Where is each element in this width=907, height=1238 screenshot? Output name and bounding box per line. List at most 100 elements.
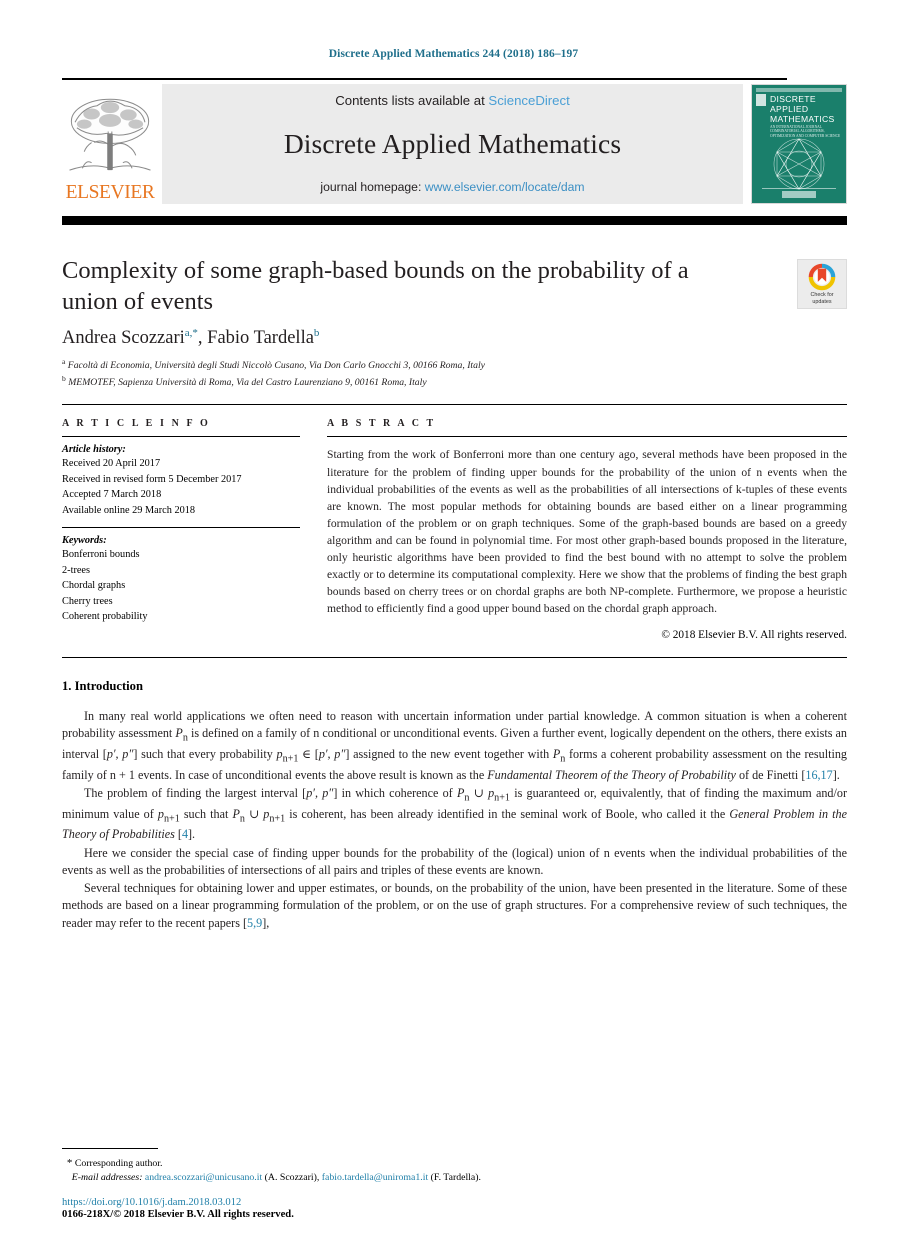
cover-foot-box [782,191,816,198]
title-bottom-rule [62,404,847,406]
corresponding-author-note: * Corresponding author. [62,1155,847,1172]
email-owner-2: (F. Tardella). [430,1172,481,1184]
p2-part-a: The problem of finding the largest inter… [84,785,307,800]
crossmark-label: Check for updates [810,292,833,306]
p1-part-g: of de Finetti [ [735,767,806,782]
paragraph-1: In many real world applications we often… [62,708,847,784]
email-link-2[interactable]: fabio.tardella@uniroma1.it [322,1172,428,1183]
affiliation-b: b MEMOTEF, Sapienza Università di Roma, … [62,373,847,390]
corresponding-author-mark: ,* [189,326,198,339]
elsevier-logo: ELSEVIER [62,84,158,204]
footer-block: https://doi.org/10.1016/j.dam.2018.03.01… [62,1197,847,1220]
citation-16-17[interactable]: 16,17 [805,768,832,782]
cover-top-strip [756,88,842,92]
abstract-text: Starting from the work of Bonferroni mor… [327,448,847,615]
p2-part-f: is coherent, has been already identified… [285,806,730,821]
p2-part-e: such that [179,806,233,821]
elsevier-wordmark: ELSEVIER [65,181,155,203]
p2-part-h: ]. [188,827,196,842]
citation-5-9[interactable]: 5,9 [247,916,262,930]
keyword-item: Coherent probability [62,610,148,622]
title-block: Complexity of some graph-based bounds on… [62,255,847,390]
footnotes: * Corresponding author. E-mail addresses… [62,1147,847,1186]
affiliation-b-mark: b [62,374,66,384]
article-info-column: A R T I C L E I N F O Article history: R… [62,418,314,640]
abstract-bottom-rule [62,656,847,658]
crossmark-line-2: updates [812,298,832,305]
author-list: Andrea Scozzaria,*, Fabio Tardellab [62,327,847,349]
corresponding-author-text: Corresponding author. [74,1157,163,1169]
p1-sub-n1: n+1 [282,753,299,765]
journal-cover-thumbnail: DISCRETE APPLIED MATHEMATICS AN INTERNAT… [751,84,847,204]
elsevier-tree-icon [69,98,151,171]
doi-link[interactable]: https://doi.org/10.1016/j.dam.2018.03.01… [62,1197,847,1208]
history-item: Available online 29 March 2018 [62,504,196,516]
crossmark-icon [808,263,836,291]
history-item: Accepted 7 March 2018 [62,489,162,501]
p1-theorem-name: Fundamental Theorem of the Theory of Pro… [487,767,736,782]
email-label: E-mail addresses: [71,1172,143,1184]
p2-sub-n1: n+1 [494,792,510,804]
keywords-block: Keywords: Bonferroni bounds 2-trees Chor… [62,527,300,624]
p1-part-d: ∈ [ [298,746,319,761]
p4-part-b: ], [262,915,270,930]
running-head: Discrete Applied Mathematics 244 (2018) … [328,48,579,60]
author-name-2: Fabio Tardella [207,327,314,348]
homepage-prefix: journal homepage: [320,180,425,194]
contents-available-line: Contents lists available at ScienceDirec… [335,93,570,108]
crossmark-line-1: Check for [810,291,834,298]
page-title: Complexity of some graph-based bounds on… [62,257,689,316]
sciencedirect-link[interactable]: ScienceDirect [488,93,569,108]
info-abstract-area: A R T I C L E I N F O Article history: R… [62,418,847,641]
cover-foot-rule [762,188,836,189]
journal-homepage-link[interactable]: www.elsevier.com/locate/dam [425,180,585,194]
cover-title: DISCRETE APPLIED MATHEMATICS [770,94,835,125]
p2-sub-n1b: n+1 [163,813,180,825]
affiliations: a Facoltà di Economia, Università degli … [62,356,847,391]
body-area: 1. Introduction In many real world appli… [62,679,847,932]
p2-interval: p′, p″ [306,785,334,800]
section-title-introduction: 1. Introduction [62,678,143,693]
p1-part-h: ]. [832,767,840,782]
abstract-copyright: © 2018 Elsevier B.V. All rights reserved… [661,628,847,641]
journal-homepage-line: journal homepage: www.elsevier.com/locat… [320,180,584,194]
issn-copyright-line: 0166-218X/© 2018 Elsevier B.V. All right… [62,1209,294,1220]
article-info-rule [62,436,300,438]
keyword-item: Bonferroni bounds [62,549,140,561]
email-owner-1: (A. Scozzari), [264,1172,320,1184]
author-2-affiliation-mark: b [313,326,320,339]
abstract-column: A B S T R A C T Starting from the work o… [314,418,847,641]
p1-part-c: ] such that every probability [133,746,277,761]
p2-part-c2: ∪ [244,806,264,821]
footnote-rule [62,1147,158,1149]
keyword-item: Cherry trees [62,595,113,607]
author-separator: , [197,327,208,348]
p1-part-e: ] assigned to the new event together wit… [345,746,553,761]
abstract-rule [327,436,847,438]
keyword-item: Chordal graphs [62,580,126,592]
p1-interval-2: p′, p″ [318,746,346,761]
p1-interval-1: p′, p″ [106,746,134,761]
paragraph-2: The problem of finding the largest inter… [62,785,847,844]
email-link-1[interactable]: andrea.scozzari@unicusano.it [145,1172,262,1183]
p2-sub-n1c: n+1 [269,813,286,825]
article-page: Discrete Applied Mathematics 244 (2018) … [0,0,907,1238]
history-item: Received in revised form 5 December 2017 [62,473,242,485]
cover-elsevier-mark-icon [756,94,766,106]
abstract-heading: A B S T R A C T [327,418,436,430]
keywords-rule [62,527,300,529]
footnote-star-mark: * [66,1156,73,1169]
contents-box: Contents lists available at ScienceDirec… [162,84,743,204]
history-item: Received 20 April 2017 [62,458,161,470]
affiliation-a-text: Facoltà di Economia, Università degli St… [67,360,485,372]
contents-prefix: Contents lists available at [335,93,489,108]
p2-part-g: [ [174,827,182,842]
keywords-label: Keywords: [62,535,107,547]
cover-graph-icon [773,138,825,190]
affiliation-b-text: MEMOTEF, Sapienza Università di Roma, Vi… [68,377,427,389]
article-info-heading: A R T I C L E I N F O [62,418,211,430]
crossmark-badge[interactable]: Check for updates [797,259,847,309]
article-history-label: Article history: [62,444,126,456]
masthead: ELSEVIER Contents lists available at Sci… [62,78,847,204]
paragraph-4: Several techniques for obtaining lower a… [62,880,847,932]
